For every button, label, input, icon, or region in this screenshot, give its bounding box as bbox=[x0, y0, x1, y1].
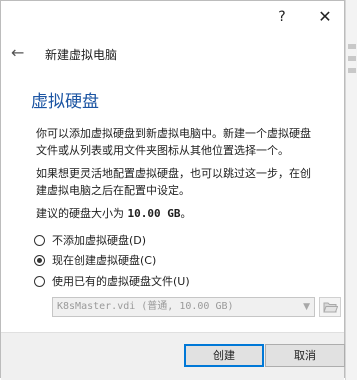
new-vm-dialog: ? ✕ ← 新建虚拟电脑 虚拟硬盘 你可以添加虚拟硬盘到新虚拟电脑中。新建一个虚… bbox=[0, 0, 345, 380]
chevron-down-icon[interactable]: ▼ bbox=[303, 298, 310, 316]
description-line: 你可以添加虚拟硬盘到新虚拟电脑中。新建一个虚拟硬盘 bbox=[36, 127, 311, 140]
description-line: 如果想更灵活地配置虚拟硬盘，也可以跳过这一步，在创 bbox=[36, 167, 311, 180]
description-line: 文件或从列表或用文件夹图标从其他位置选择一个。 bbox=[36, 144, 289, 157]
radio-existing-disk[interactable]: 使用已有的虚拟硬盘文件(U) bbox=[34, 272, 190, 290]
existing-disk-select[interactable]: K8sMaster.vdi (普通, 10.00 GB) ▼ bbox=[52, 297, 315, 317]
background-fragment bbox=[348, 44, 356, 49]
radio-label: 使用已有的虚拟硬盘文件(U) bbox=[52, 275, 190, 288]
recommended-size-suffix: 。 bbox=[180, 207, 192, 220]
radio-label: 现在创建虚拟硬盘(C) bbox=[52, 254, 157, 267]
background-fragment bbox=[348, 68, 356, 73]
recommended-size-text: 建议的硬盘大小为 10.00 GB。 bbox=[36, 205, 336, 222]
radio-checked-icon[interactable] bbox=[34, 254, 45, 266]
recommended-size-prefix: 建议的硬盘大小为 bbox=[36, 207, 124, 220]
dialog-footer: 创建 取消 bbox=[1, 332, 345, 380]
radio-circle-icon[interactable] bbox=[34, 234, 45, 246]
create-button[interactable]: 创建 bbox=[184, 344, 264, 367]
close-button[interactable]: ✕ bbox=[314, 7, 336, 27]
wizard-nav: ← 新建虚拟电脑 bbox=[1, 41, 344, 67]
wizard-title: 新建虚拟电脑 bbox=[45, 48, 118, 62]
back-arrow-icon[interactable]: ← bbox=[11, 43, 29, 63]
background-fragment bbox=[348, 56, 356, 61]
description-paragraph-2: 如果想更灵活地配置虚拟硬盘，也可以跳过这一步，在创 建虚拟电脑之后在配置中设定。 bbox=[36, 165, 336, 199]
radio-label: 不添加虚拟硬盘(D) bbox=[52, 234, 147, 247]
radio-create-disk[interactable]: 现在创建虚拟硬盘(C) bbox=[34, 251, 156, 269]
background-window-edge bbox=[345, 0, 357, 380]
description-paragraph-1: 你可以添加虚拟硬盘到新虚拟电脑中。新建一个虚拟硬盘 文件或从列表或用文件夹图标从… bbox=[36, 125, 336, 159]
existing-disk-value: K8sMaster.vdi (普通, 10.00 GB) bbox=[57, 301, 234, 312]
folder-open-icon bbox=[323, 302, 338, 313]
recommended-size-value: 10.00 GB bbox=[127, 207, 181, 220]
titlebar: ? ✕ bbox=[1, 1, 344, 33]
description-line: 建虚拟电脑之后在配置中设定。 bbox=[36, 184, 190, 197]
radio-circle-icon[interactable] bbox=[34, 275, 45, 287]
help-button[interactable]: ? bbox=[271, 7, 293, 27]
page-heading: 虚拟硬盘 bbox=[31, 92, 99, 112]
cancel-button[interactable]: 取消 bbox=[265, 344, 345, 367]
radio-no-disk[interactable]: 不添加虚拟硬盘(D) bbox=[34, 231, 146, 249]
choose-disk-file-button[interactable] bbox=[319, 297, 341, 317]
